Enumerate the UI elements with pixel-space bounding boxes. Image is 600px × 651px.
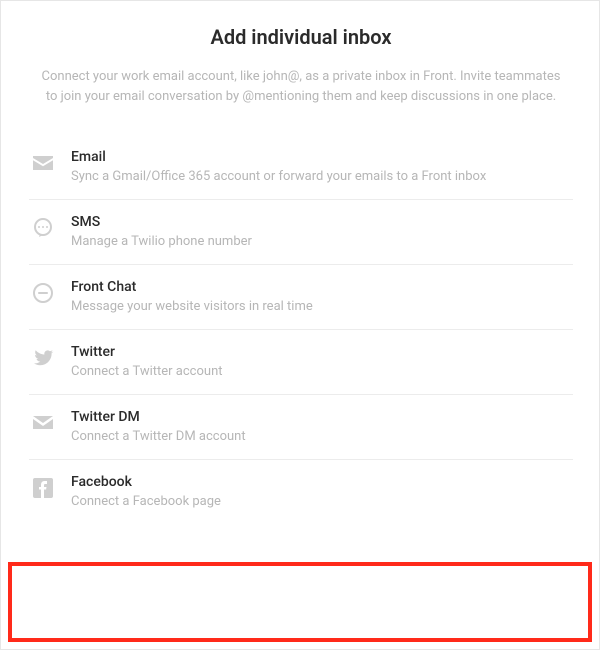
option-desc: Sync a Gmail/Office 365 account or forwa… (71, 169, 571, 184)
option-label: Twitter (71, 344, 571, 360)
option-facebook[interactable]: Facebook Connect a Facebook page (29, 460, 573, 524)
option-desc: Manage a Twilio phone number (71, 234, 571, 249)
front-chat-icon (31, 281, 55, 305)
sms-icon (31, 216, 55, 240)
option-twitter[interactable]: Twitter Connect a Twitter account (29, 330, 573, 395)
option-desc: Connect a Twitter DM account (71, 429, 571, 444)
page-title: Add individual inbox (29, 25, 573, 49)
inbox-options-list: Email Sync a Gmail/Office 365 account or… (29, 135, 573, 524)
option-email[interactable]: Email Sync a Gmail/Office 365 account or… (29, 135, 573, 200)
twitter-icon (31, 346, 55, 370)
option-label: Front Chat (71, 279, 571, 295)
option-twitter-dm[interactable]: Twitter DM Connect a Twitter DM account (29, 395, 573, 460)
option-label: Twitter DM (71, 409, 571, 425)
option-label: Email (71, 149, 571, 165)
option-desc: Message your website visitors in real ti… (71, 299, 571, 314)
facebook-icon (31, 476, 55, 500)
twitter-dm-icon (31, 411, 55, 435)
option-label: Facebook (71, 474, 571, 490)
option-label: SMS (71, 214, 571, 230)
option-front-chat[interactable]: Front Chat Message your website visitors… (29, 265, 573, 330)
option-desc: Connect a Facebook page (71, 494, 571, 509)
option-desc: Connect a Twitter account (71, 364, 571, 379)
option-sms[interactable]: SMS Manage a Twilio phone number (29, 200, 573, 265)
email-icon (31, 151, 55, 175)
highlight-box (8, 562, 592, 642)
page-subtitle: Connect your work email account, like jo… (41, 67, 561, 107)
